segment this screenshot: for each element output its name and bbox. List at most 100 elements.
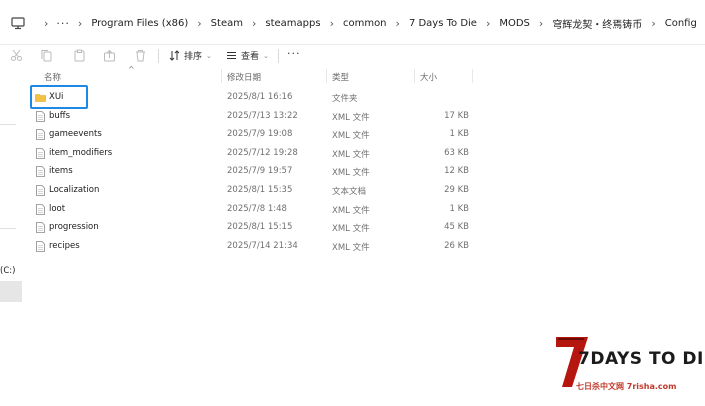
file-name: items	[49, 166, 73, 177]
file-row[interactable]: buffs 2025/7/13 13:22 XML 文件 17 KB	[0, 107, 705, 126]
address-bar: › ··· › Program Files (x86) › Steam › st…	[0, 0, 705, 44]
nav-divider	[0, 228, 16, 229]
chevron-right-icon: ›	[651, 16, 656, 30]
file-size: 17 KB	[444, 110, 469, 121]
file-date: 2025/7/9 19:57	[227, 166, 293, 177]
document-icon	[36, 147, 45, 159]
file-date: 2025/8/1 15:15	[227, 222, 293, 233]
nav-item-drive-c[interactable]: (C:)	[0, 266, 15, 276]
document-icon	[36, 222, 45, 234]
file-date: 2025/7/9 19:08	[227, 129, 293, 140]
breadcrumb-item[interactable]: steamapps	[258, 18, 327, 29]
file-type: XML 文件	[332, 168, 370, 179]
document-icon	[36, 110, 45, 122]
breadcrumb-item[interactable]: Program Files (x86)	[84, 18, 195, 29]
view-button[interactable]: 查看 ⌄	[226, 49, 269, 62]
document-icon	[36, 129, 45, 141]
nav-item-selected[interactable]	[0, 281, 22, 302]
chevron-right-icon: ›	[44, 16, 49, 30]
column-divider[interactable]	[221, 69, 222, 83]
file-date: 2025/7/8 1:48	[227, 203, 287, 214]
sort-label: 排序	[184, 52, 203, 62]
chevron-down-icon: ⌄	[206, 51, 212, 60]
file-date: 2025/7/13 13:22	[227, 110, 298, 121]
logo-title: 7DAYS TO DIE	[578, 349, 705, 369]
toolbar-divider	[158, 49, 159, 63]
file-row[interactable]: loot 2025/7/8 1:48 XML 文件 1 KB	[0, 200, 705, 219]
toolbar-divider	[278, 49, 279, 63]
file-size: 29 KB	[444, 184, 469, 195]
chevron-down-icon: ⌄	[263, 51, 269, 60]
column-header-row: ^ 名称 修改日期 类型 大小	[0, 65, 705, 84]
document-icon	[36, 166, 45, 178]
document-icon	[36, 185, 45, 196]
file-type: XML 文件	[332, 112, 370, 123]
file-row[interactable]: items 2025/7/9 19:57 XML 文件 12 KB	[0, 162, 705, 181]
file-date: 2025/8/1 15:35	[227, 184, 293, 195]
file-name: gameevents	[49, 129, 102, 140]
column-header-name[interactable]: 名称	[44, 71, 61, 83]
more-options-button[interactable]: ···	[287, 47, 301, 60]
copy-icon[interactable]	[40, 49, 53, 62]
file-type: 文件夹	[332, 94, 358, 104]
view-label: 查看	[241, 52, 260, 62]
file-date: 2025/8/1 16:16	[227, 92, 293, 102]
column-header-size[interactable]: 大小	[420, 71, 437, 83]
breadcrumb-item[interactable]: 穹辉龙契・终焉铸币	[545, 16, 649, 31]
file-row[interactable]: Localization 2025/8/1 15:35 文本文档 29 KB	[0, 181, 705, 200]
chevron-right-icon: ›	[485, 16, 491, 30]
sort-button[interactable]: 排序 ⌄	[169, 49, 212, 62]
file-date: 2025/7/12 19:28	[227, 147, 298, 158]
file-type: XML 文件	[332, 205, 370, 216]
logo-subtitle: 七日杀中文网 7risha.com	[574, 381, 679, 392]
breadcrumb-item[interactable]: MODS	[492, 18, 537, 29]
file-name: loot	[49, 203, 66, 214]
breadcrumb-overflow[interactable]: ···	[50, 17, 76, 30]
column-header-date[interactable]: 修改日期	[227, 71, 261, 83]
selection-outline	[30, 85, 88, 109]
file-size: 1 KB	[449, 203, 469, 214]
document-icon	[36, 240, 45, 252]
column-header-type[interactable]: 类型	[332, 71, 349, 83]
cut-icon[interactable]	[10, 49, 23, 62]
breadcrumb-item-current[interactable]: Config	[658, 18, 704, 29]
column-divider[interactable]	[414, 69, 415, 83]
file-row[interactable]: progression 2025/8/1 15:15 XML 文件 45 KB	[0, 218, 705, 237]
file-list: XUi 2025/8/1 16:16 文件夹 buffs 2025/7/13 1…	[0, 88, 705, 255]
file-row-folder[interactable]: XUi 2025/8/1 16:16 文件夹	[0, 88, 705, 107]
paste-icon[interactable]	[73, 49, 86, 62]
file-size: 63 KB	[444, 147, 469, 158]
chevron-right-icon: ›	[197, 16, 202, 30]
chevron-right-icon: ›	[251, 16, 257, 30]
chevron-right-icon: ›	[329, 16, 334, 30]
breadcrumb-item[interactable]: common	[336, 18, 394, 29]
breadcrumb-item[interactable]: 7 Days To Die	[402, 18, 484, 29]
file-row[interactable]: recipes 2025/7/14 21:34 XML 文件 26 KB	[0, 237, 705, 256]
file-type: XML 文件	[332, 149, 370, 160]
file-name: buffs	[49, 110, 71, 121]
file-size: 45 KB	[444, 222, 469, 233]
file-type: XML 文件	[332, 242, 370, 253]
view-icon	[227, 52, 236, 59]
column-divider[interactable]	[472, 69, 473, 83]
file-row[interactable]: gameevents 2025/7/9 19:08 XML 文件 1 KB	[0, 125, 705, 144]
file-name: Localization	[49, 184, 100, 195]
breadcrumb-item[interactable]: Steam	[204, 18, 250, 29]
file-name: progression	[49, 222, 99, 233]
document-icon	[36, 203, 45, 215]
file-name: item_modifiers	[49, 147, 113, 158]
file-type: XML 文件	[332, 224, 370, 235]
address-left-pad	[0, 12, 42, 35]
column-divider[interactable]	[326, 69, 327, 83]
nav-divider	[0, 124, 16, 125]
chevron-right-icon: ›	[77, 16, 83, 30]
file-row[interactable]: item_modifiers 2025/7/12 19:28 XML 文件 63…	[0, 144, 705, 163]
monitor-icon[interactable]	[10, 15, 26, 31]
command-bar: 排序 ⌄ 查看 ⌄ ···	[0, 44, 705, 67]
file-type: XML 文件	[332, 131, 370, 142]
breadcrumb: › ··· › Program Files (x86) › Steam › st…	[0, 12, 705, 34]
share-icon[interactable]	[103, 49, 116, 62]
file-size: 12 KB	[444, 166, 469, 177]
file-size: 1 KB	[449, 129, 469, 140]
delete-icon[interactable]	[134, 49, 147, 62]
